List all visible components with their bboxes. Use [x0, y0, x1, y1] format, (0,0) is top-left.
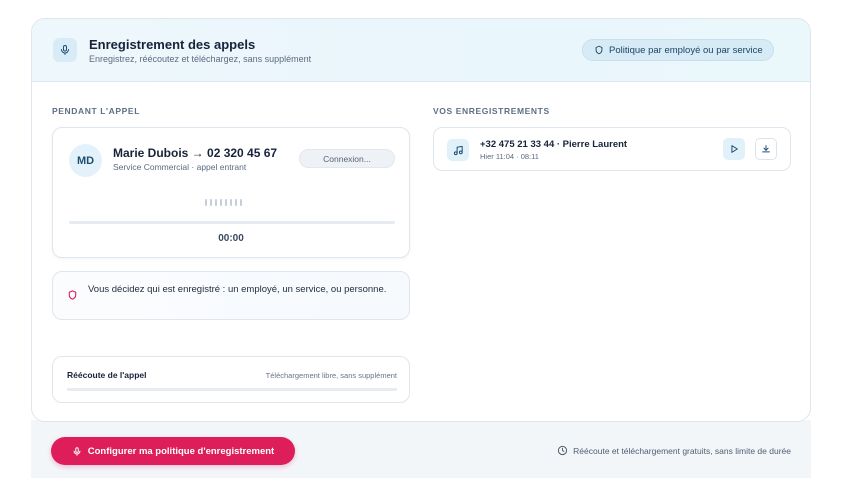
call-timer: 00:00	[218, 233, 244, 244]
footer-note: Réécoute et téléchargement gratuits, san…	[557, 445, 791, 456]
replay-progress-bar[interactable]	[67, 388, 397, 391]
live-call-panel: MD Marie Dubois → 02 320 45 67 Service C…	[52, 127, 410, 258]
replay-panel: Réécoute de l'appel Téléchargement libre…	[52, 356, 410, 403]
caller-details: Service Commercial · appel entrant	[113, 162, 247, 172]
recording-meta: Hier 11:04 · 08:11	[480, 152, 539, 161]
recording-title: +32 475 21 33 44 · Pierre Laurent	[480, 139, 628, 150]
footer-note-text: Réécoute et téléchargement gratuits, san…	[573, 445, 791, 456]
clock-icon	[558, 445, 568, 456]
replay-title: Réécoute de l'appel	[67, 370, 147, 380]
section-label-recordings: VOS ENREGISTREMENTS	[433, 106, 550, 116]
call-recording-card: Enregistrement des appels Enregistrez, r…	[31, 18, 811, 422]
caller-name: Marie Dubois → 02 320 45 67	[113, 146, 278, 160]
call-progress-bar	[69, 221, 395, 224]
replay-download-note: Téléchargement libre, sans supplément	[265, 371, 397, 380]
policy-badge-label: Politique par employé ou par service	[609, 44, 763, 56]
section-label-live-call: PENDANT L'APPEL	[52, 106, 140, 116]
download-icon	[762, 145, 770, 153]
configure-policy-button[interactable]: Configurer ma politique d'enregistrement	[51, 437, 295, 465]
page-title: Enregistrement des appels	[89, 37, 256, 52]
download-button[interactable]	[755, 138, 777, 160]
play-button[interactable]	[723, 138, 745, 160]
policy-badge[interactable]: Politique par employé ou par service	[582, 39, 774, 61]
recording-item[interactable]: +32 475 21 33 44 · Pierre Laurent Hier 1…	[433, 127, 791, 171]
connection-status-button[interactable]: Connexion...	[299, 149, 395, 168]
avatar: MD	[69, 144, 102, 177]
page-subtitle: Enregistrez, réécoutez et téléchargez, s…	[89, 54, 312, 64]
microphone-icon	[73, 446, 81, 456]
music-note-icon	[447, 139, 469, 161]
recording-policy-notice: Vous décidez qui est enregistré : un emp…	[52, 271, 410, 320]
shield-icon	[595, 45, 603, 55]
audio-waveform	[205, 199, 242, 206]
play-icon	[731, 145, 738, 153]
microphone-icon	[53, 38, 77, 62]
card-header: Enregistrement des appels Enregistrez, r…	[32, 19, 810, 82]
shield-icon	[68, 290, 77, 300]
configure-policy-label: Configurer ma politique d'enregistrement	[87, 445, 275, 457]
notice-text: Vous décidez qui est enregistré : un emp…	[88, 284, 387, 295]
